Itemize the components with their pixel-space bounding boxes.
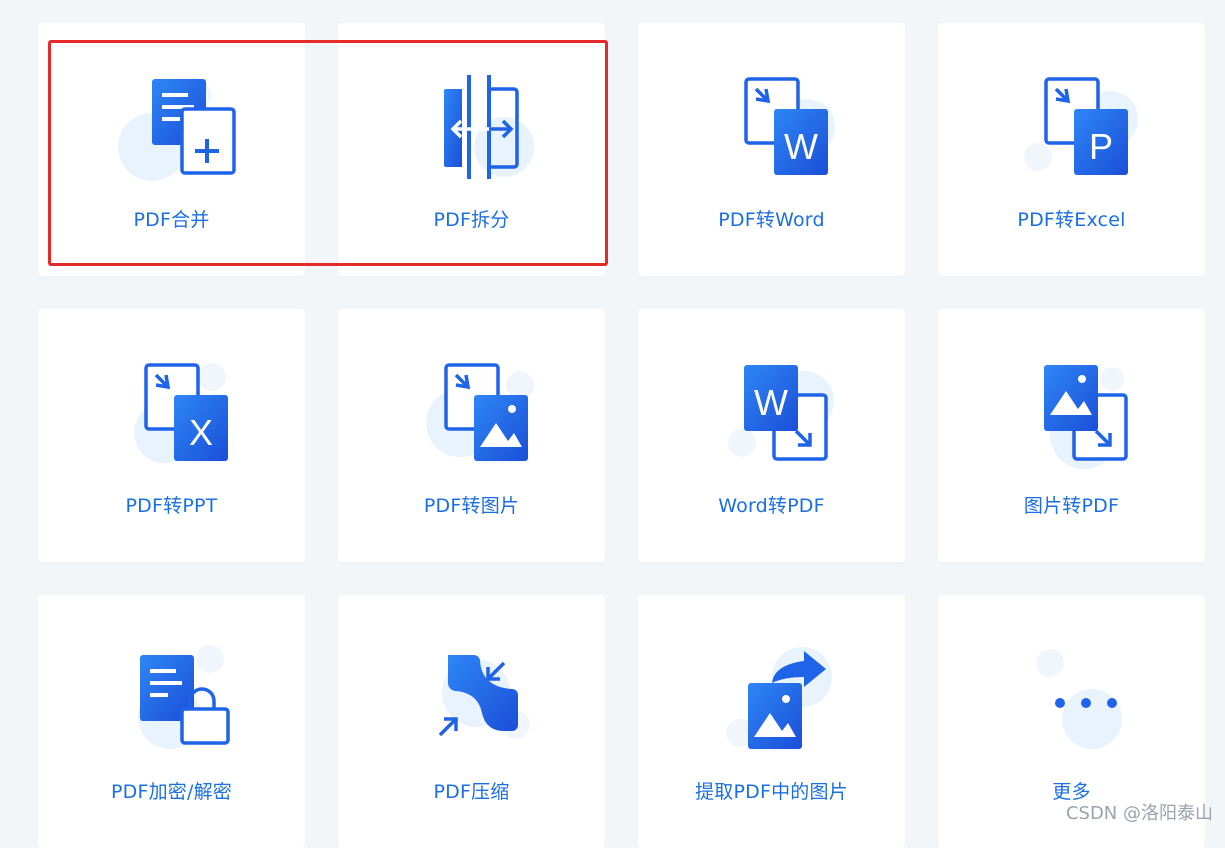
extract-images-icon: [712, 647, 832, 757]
tool-card-image-to-pdf[interactable]: 图片转PDF: [938, 309, 1205, 562]
pdf-encrypt-icon: [112, 647, 232, 757]
tool-label: PDF转Excel: [938, 205, 1205, 232]
svg-text:X: X: [188, 412, 212, 453]
svg-text:W: W: [754, 382, 788, 423]
tool-label: PDF合并: [38, 205, 305, 232]
tool-card-pdf-split[interactable]: PDF拆分: [338, 23, 605, 276]
tool-card-pdf-to-word[interactable]: W PDF转Word: [638, 23, 905, 276]
tool-card-pdf-to-excel[interactable]: P PDF转Excel: [938, 23, 1205, 276]
pdf-to-ppt-icon: X: [112, 361, 232, 471]
tool-card-extract-images[interactable]: 提取PDF中的图片: [638, 595, 905, 848]
pdf-split-icon: [412, 75, 532, 185]
pdf-compress-icon: [412, 647, 532, 757]
tool-card-pdf-to-image[interactable]: PDF转图片: [338, 309, 605, 562]
tool-label: PDF转PPT: [38, 491, 305, 518]
svg-text:P: P: [1088, 126, 1112, 167]
pdf-to-image-icon: [412, 361, 532, 471]
tool-grid: PDF合并 PDF拆分 W PDF转Word: [0, 0, 1225, 829]
tool-label: 提取PDF中的图片: [638, 777, 905, 804]
watermark-text: CSDN @洛阳泰山: [1066, 799, 1213, 825]
tool-label: Word转PDF: [638, 491, 905, 518]
tool-label: PDF加密/解密: [38, 777, 305, 804]
tool-card-word-to-pdf[interactable]: W Word转PDF: [638, 309, 905, 562]
image-to-pdf-icon: [1012, 361, 1132, 471]
tool-card-pdf-merge[interactable]: PDF合并: [38, 23, 305, 276]
tool-label: 图片转PDF: [938, 491, 1205, 518]
svg-text:W: W: [784, 126, 818, 167]
tool-label: PDF压缩: [338, 777, 605, 804]
tool-card-pdf-compress[interactable]: PDF压缩: [338, 595, 605, 848]
tool-label: PDF拆分: [338, 205, 605, 232]
tool-card-pdf-to-ppt[interactable]: X PDF转PPT: [38, 309, 305, 562]
tool-label: PDF转Word: [638, 205, 905, 232]
more-dots-icon: [1012, 647, 1132, 757]
tool-card-pdf-encrypt[interactable]: PDF加密/解密: [38, 595, 305, 848]
pdf-to-word-icon: W: [712, 75, 832, 185]
pdf-to-excel-icon: P: [1012, 75, 1132, 185]
pdf-merge-icon: [112, 75, 232, 185]
tool-label: PDF转图片: [338, 491, 605, 518]
word-to-pdf-icon: W: [712, 361, 832, 471]
